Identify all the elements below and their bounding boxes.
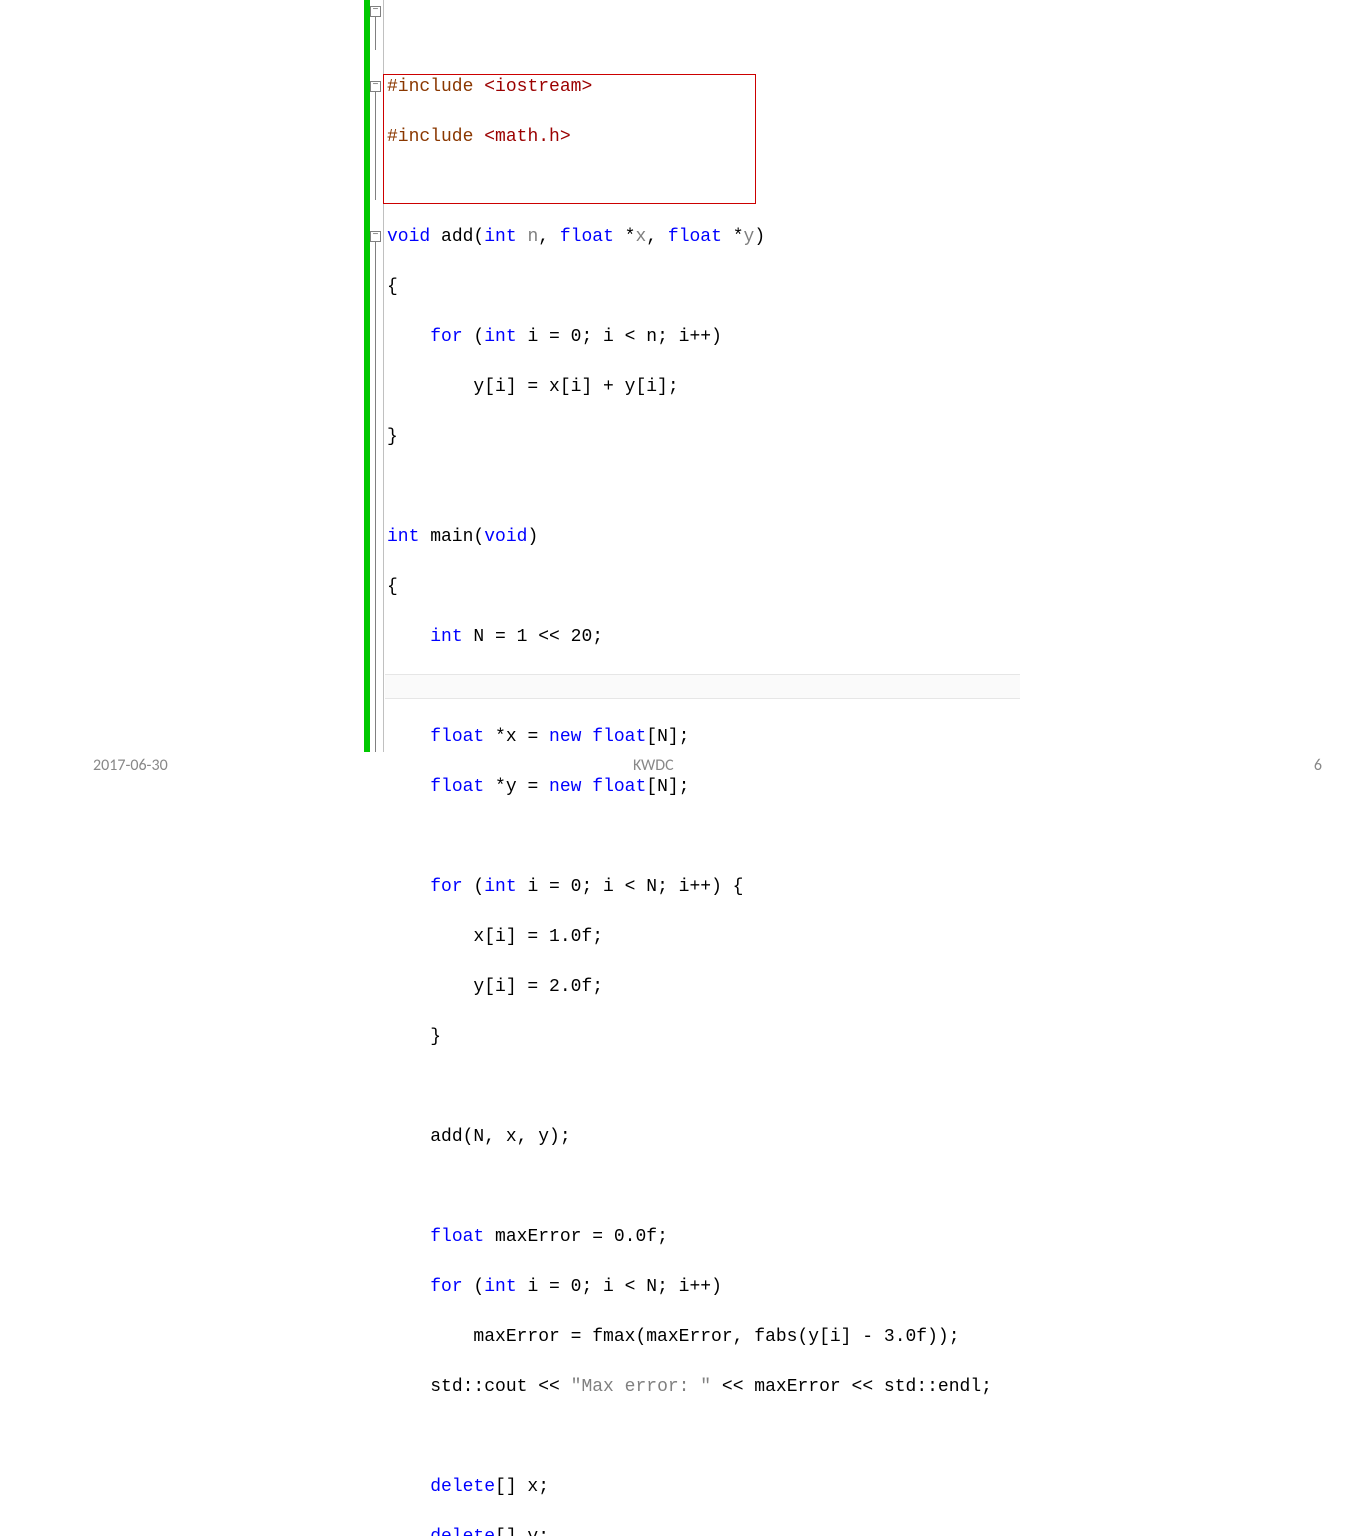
footer-title: KWDC (633, 756, 674, 775)
fold-gutter: − − − (370, 0, 384, 752)
code-editor: − − − #include <iostream> #include <math… (364, 0, 992, 1536)
footer-date: 2017-06-30 (93, 756, 168, 775)
fold-icon[interactable]: − (370, 6, 381, 17)
fold-icon[interactable]: − (370, 81, 381, 92)
fold-icon[interactable]: − (370, 231, 381, 242)
code-content: #include <iostream> #include <math.h> vo… (384, 0, 992, 1536)
footer-page-number: 6 (1314, 756, 1322, 775)
